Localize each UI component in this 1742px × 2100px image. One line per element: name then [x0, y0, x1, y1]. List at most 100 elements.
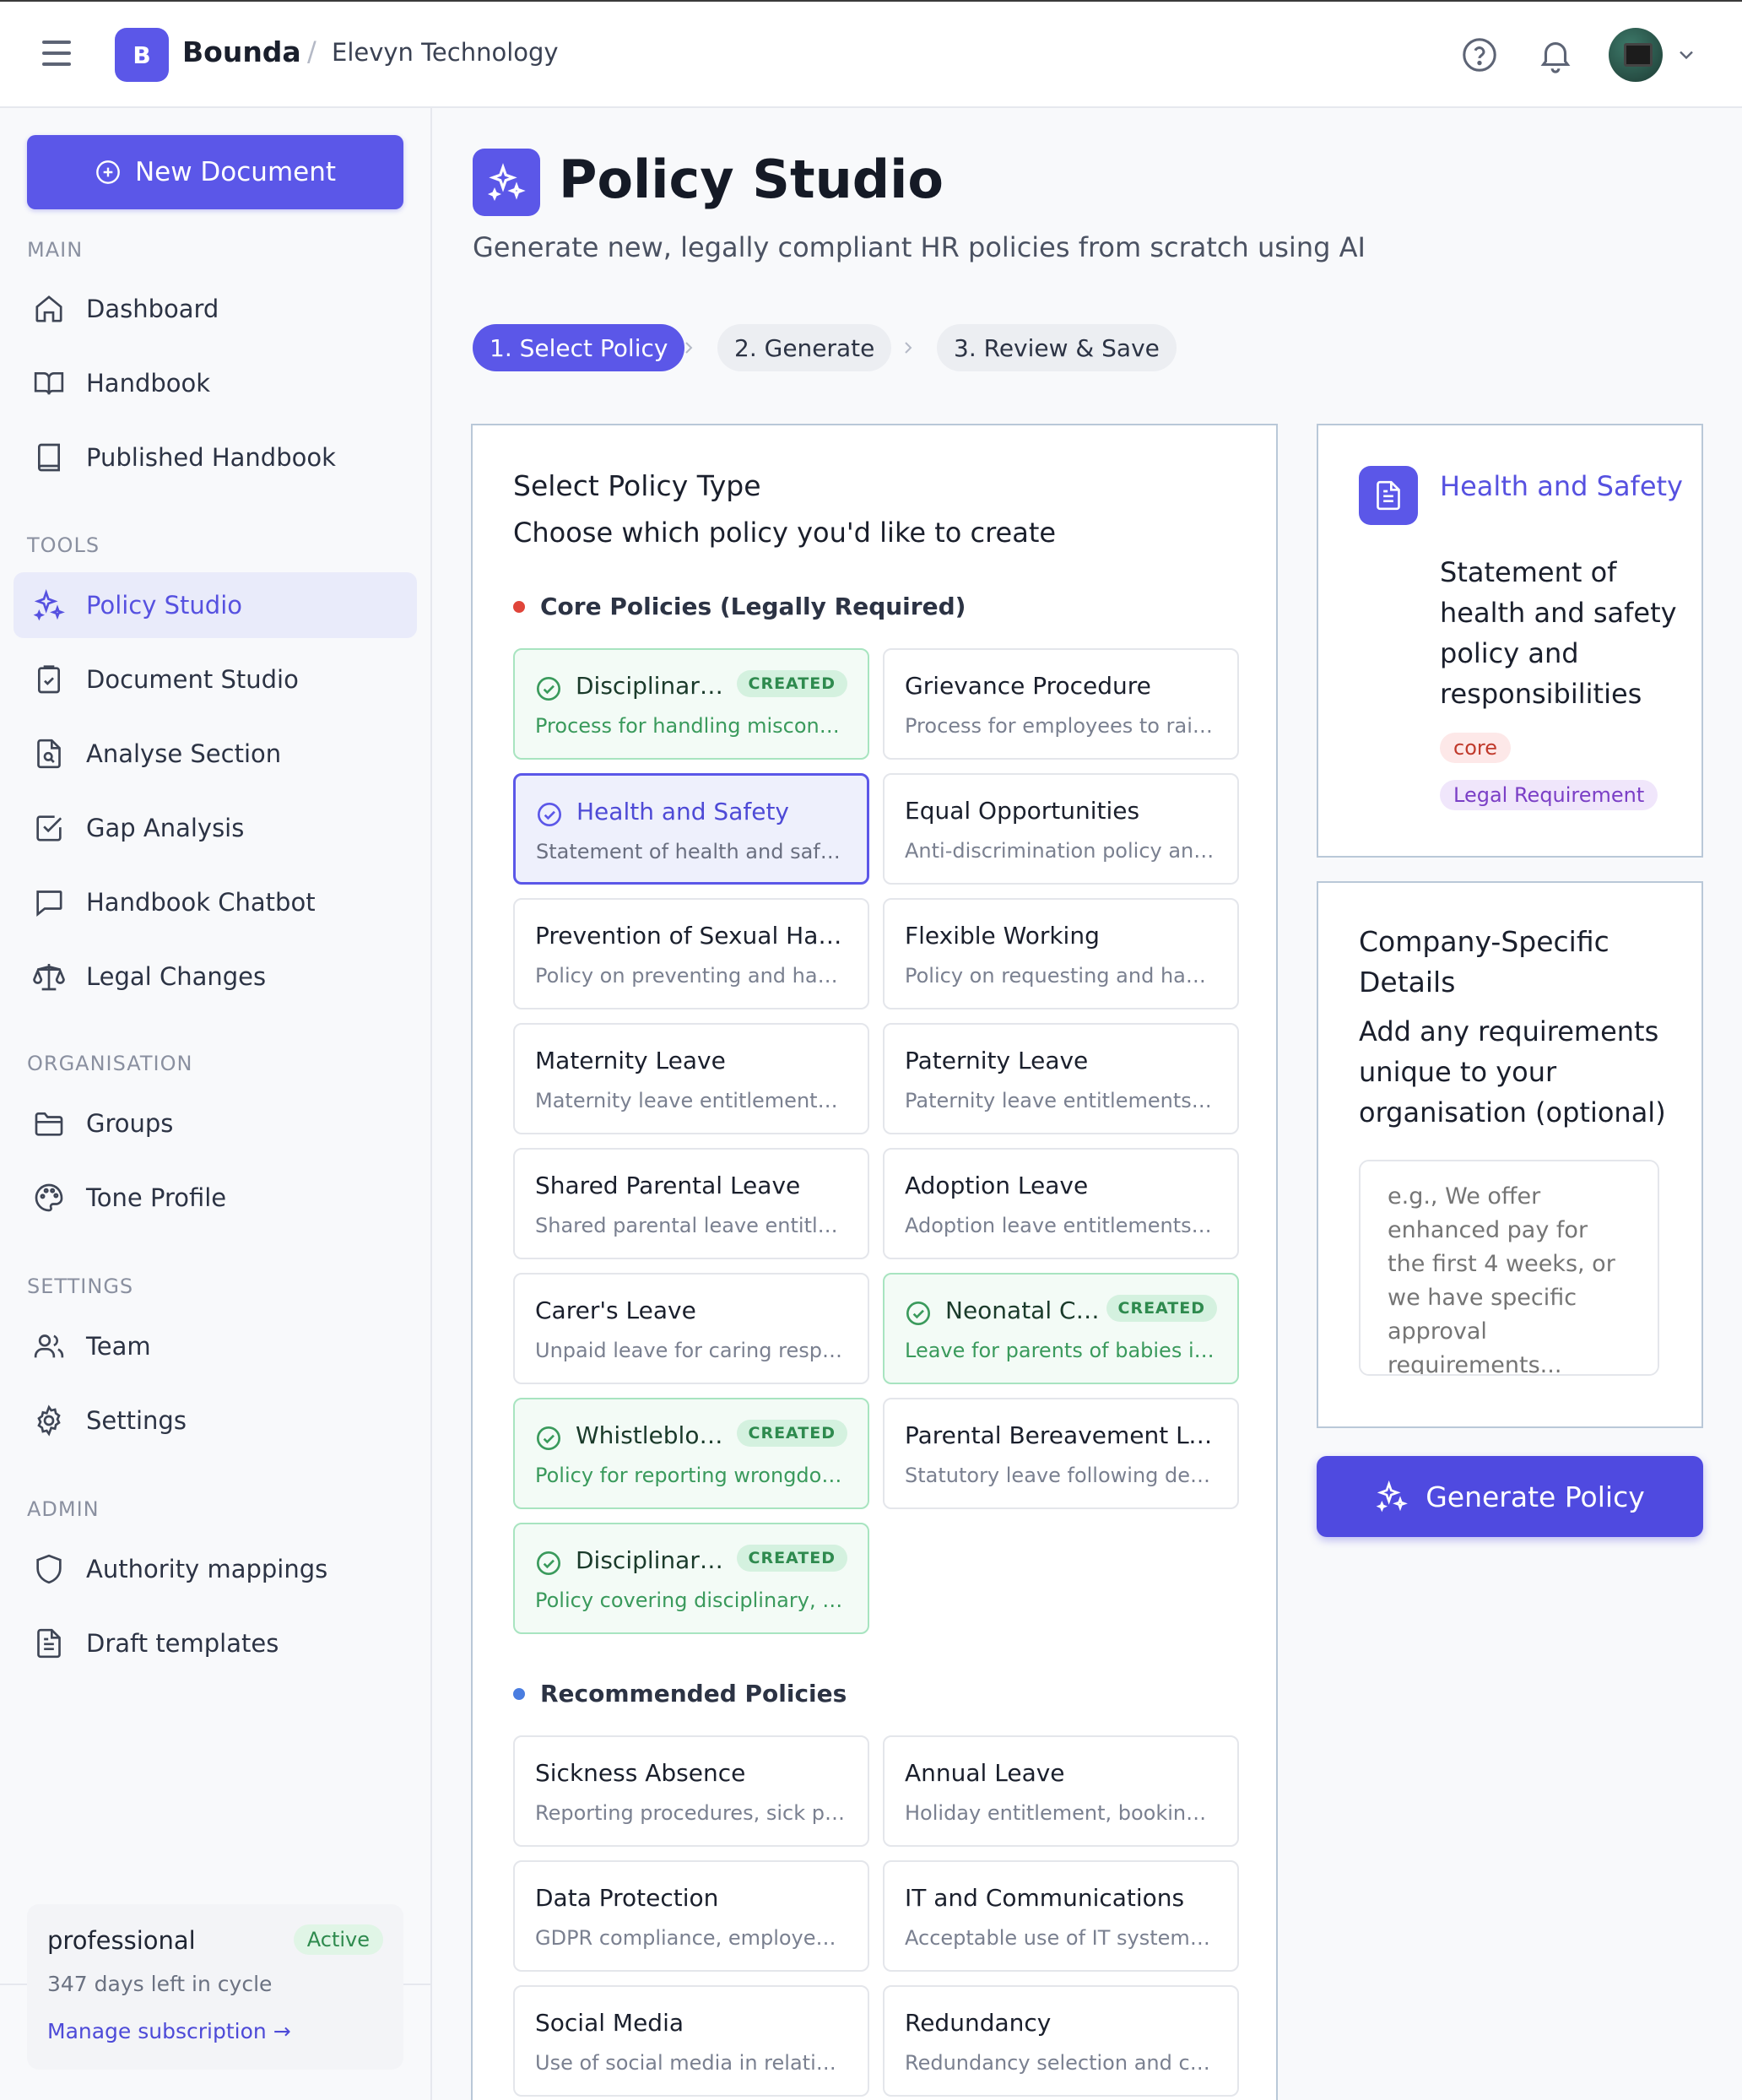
selected-policy-title: Health and Safety	[1440, 470, 1683, 502]
brand-name[interactable]: Bounda	[182, 35, 301, 68]
policy-card-title: Data Protection	[535, 1884, 719, 1912]
plan-status-badge: Active	[293, 1924, 383, 1955]
users-icon	[34, 1334, 64, 1358]
top-bar: B Bounda / Elevyn Technology	[0, 0, 1742, 108]
logo[interactable]: B	[115, 28, 169, 82]
help-icon[interactable]	[1460, 35, 1499, 74]
sidebar-item-tone-profile[interactable]: Tone Profile	[14, 1165, 417, 1231]
step-select-policy[interactable]: 1. Select Policy	[473, 324, 685, 371]
policy-card-annual-leave[interactable]: Annual Leave Holiday entitlement, booking…	[883, 1735, 1239, 1847]
plan-days-left: 347 days left in cycle	[47, 1972, 273, 1996]
sidebar-item-label: Handbook Chatbot	[86, 888, 316, 917]
policy-card-grievance-procedure[interactable]: Grievance Procedure Process for employees…	[883, 648, 1239, 760]
policy-card-shared-parental-leave[interactable]: Shared Parental Leave Shared parental lea…	[513, 1148, 869, 1259]
policy-card-title: IT and Communications	[905, 1884, 1185, 1912]
policy-card-title: Neonatal Care Leave	[945, 1296, 1106, 1324]
chat-icon	[36, 890, 62, 917]
sidebar-item-draft-templates[interactable]: Draft templates	[14, 1610, 417, 1676]
policy-card-whistleblowing[interactable]: WhistleblowingCREATED Policy for reportin…	[513, 1398, 869, 1509]
policy-card-description: Policy on requesting and handling flexib…	[905, 964, 1217, 988]
policy-card-flexible-working[interactable]: Flexible Working Policy on requesting and…	[883, 898, 1239, 1009]
policy-card-maternity-leave[interactable]: Maternity Leave Maternity leave entitleme…	[513, 1023, 869, 1134]
sidebar-item-authority-mappings[interactable]: Authority mappings	[14, 1536, 417, 1602]
policy-card-description: GDPR compliance, employee data handling	[535, 1926, 847, 1950]
page-title: Policy Studio	[559, 149, 944, 210]
policy-card-title: Paternity Leave	[905, 1047, 1089, 1074]
policy-card-paternity-leave[interactable]: Paternity Leave Paternity leave entitleme…	[883, 1023, 1239, 1134]
breadcrumb-separator: /	[307, 35, 316, 68]
policy-studio-icon	[473, 149, 540, 216]
folder-icon	[35, 1112, 63, 1136]
section-label-tools: TOOLS	[27, 533, 100, 557]
policy-card-health-and-safety[interactable]: Health and Safety Statement of health and…	[513, 773, 869, 885]
step-review-save[interactable]: 3. Review & Save	[937, 324, 1177, 371]
sparkles-icon	[1376, 1480, 1409, 1513]
sidebar-item-published-handbook[interactable]: Published Handbook	[14, 425, 417, 490]
section-label-settings: SETTINGS	[27, 1275, 134, 1298]
bell-icon[interactable]	[1536, 35, 1575, 74]
policy-card-adoption-leave[interactable]: Adoption Leave Adoption leave entitlement…	[883, 1148, 1239, 1259]
policy-card-neonatal-care-leave[interactable]: Neonatal Care LeaveCREATED Leave for pare…	[883, 1273, 1239, 1384]
avatar[interactable]	[1609, 28, 1663, 82]
check-circle-icon	[537, 1426, 560, 1450]
sparkles-icon	[487, 163, 526, 202]
sidebar-item-gap-analysis[interactable]: Gap Analysis	[14, 795, 417, 861]
policy-card-title: Flexible Working	[905, 922, 1100, 950]
sidebar-item-settings[interactable]: Settings	[14, 1388, 417, 1453]
policy-card-description: Policy on preventing and handling harass…	[535, 964, 847, 988]
manage-subscription-link[interactable]: Manage subscription →	[47, 2019, 291, 2043]
menu-icon[interactable]	[42, 41, 71, 66]
sidebar-item-label: Groups	[86, 1109, 174, 1138]
policy-card-data-protection[interactable]: Data Protection GDPR compliance, employee…	[513, 1860, 869, 1972]
sidebar-item-team[interactable]: Team	[14, 1313, 417, 1379]
policy-card-title: Maternity Leave	[535, 1047, 726, 1074]
checkbox-icon	[36, 815, 62, 842]
section-label-main: MAIN	[27, 238, 84, 262]
recommended-policies-heading: Recommended Policies	[513, 1680, 847, 1708]
policy-card-description: Process for employees to raise concerns	[905, 714, 1217, 738]
sidebar-item-groups[interactable]: Groups	[14, 1091, 417, 1156]
chevron-down-icon[interactable]	[1674, 43, 1698, 67]
section-label-organisation: ORGANISATION	[27, 1052, 193, 1075]
policy-card-title: Shared Parental Leave	[535, 1172, 801, 1199]
sidebar-item-handbook[interactable]: Handbook	[14, 350, 417, 416]
sidebar-item-document-studio[interactable]: Document Studio	[14, 647, 417, 712]
sidebar-item-label: Document Studio	[86, 665, 299, 694]
policy-card-disciplinary-dismissal-and-appeals[interactable]: Disciplinary, Dismissal and AppealsCREAT…	[513, 1523, 869, 1634]
policy-card-prevention-of-sexual-harassment[interactable]: Prevention of Sexual Harassment Policy on…	[513, 898, 869, 1009]
plus-circle-icon	[96, 160, 120, 184]
sidebar-item-dashboard[interactable]: Dashboard	[14, 276, 417, 342]
sidebar-item-policy-studio[interactable]: Policy Studio	[14, 572, 417, 638]
core-dot-icon	[513, 600, 525, 613]
sidebar-item-analyse-section[interactable]: Analyse Section	[14, 721, 417, 787]
organisation-name[interactable]: Elevyn Technology	[332, 38, 559, 67]
policy-card-title: Disciplinary, Dismissal and Appeals	[576, 1546, 736, 1574]
policy-card-title: Prevention of Sexual Harassment	[535, 922, 847, 950]
policy-card-sickness-absence[interactable]: Sickness Absence Reporting procedures, si…	[513, 1735, 869, 1847]
policy-card-it-and-communications[interactable]: IT and Communications Acceptable use of I…	[883, 1860, 1239, 1972]
policy-card-carer-s-leave[interactable]: Carer's Leave Unpaid leave for caring res…	[513, 1273, 869, 1384]
policy-card-description: Acceptable use of IT systems, email and …	[905, 1926, 1217, 1950]
sidebar-item-label: Legal Changes	[86, 962, 267, 991]
chevron-right-icon	[905, 342, 912, 354]
sidebar-item-handbook-chatbot[interactable]: Handbook Chatbot	[14, 869, 417, 935]
generate-policy-button[interactable]: Generate Policy	[1317, 1456, 1703, 1537]
sidebar-item-label: Team	[86, 1332, 151, 1361]
company-details-input[interactable]	[1359, 1160, 1659, 1376]
created-badge: CREATED	[1106, 1295, 1217, 1322]
step-generate[interactable]: 2. Generate	[717, 324, 892, 371]
plan-name: professional	[47, 1926, 196, 1955]
sidebar-item-legal-changes[interactable]: Legal Changes	[14, 944, 417, 1009]
policy-card-disciplinary-procedure[interactable]: Disciplinary ProcedureCREATED Process for…	[513, 648, 869, 760]
document-icon	[37, 1628, 61, 1659]
sidebar-item-label: Published Handbook	[86, 443, 336, 472]
policy-card-equal-opportunities[interactable]: Equal Opportunities Anti-discrimination p…	[883, 773, 1239, 885]
panel-title: Select Policy Type	[513, 469, 761, 502]
policy-card-title: Grievance Procedure	[905, 672, 1151, 700]
policy-card-redundancy[interactable]: Redundancy Redundancy selection and consu…	[883, 1985, 1239, 2097]
policy-card-parental-bereavement-leave[interactable]: Parental Bereavement Leave Statutory leav…	[883, 1398, 1239, 1509]
new-document-button[interactable]: New Document	[27, 135, 403, 209]
check-circle-icon	[906, 1302, 930, 1325]
policy-selector-panel: Select Policy Type Choose which policy y…	[471, 424, 1278, 2100]
policy-card-social-media[interactable]: Social Media Use of social media in relat…	[513, 1985, 869, 2097]
